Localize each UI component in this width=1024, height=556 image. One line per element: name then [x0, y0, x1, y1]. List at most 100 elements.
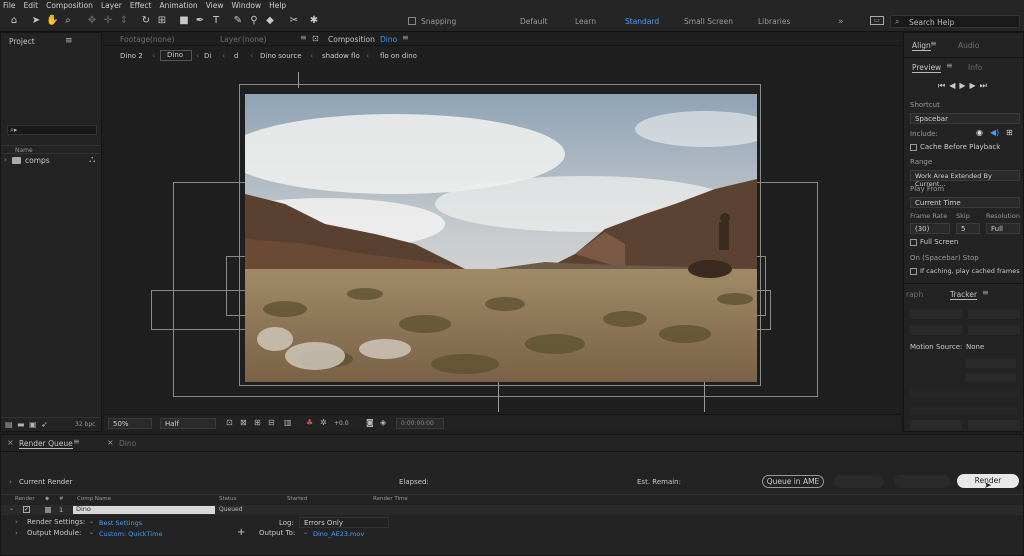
transparency-grid-icon[interactable]: ⊠	[240, 418, 247, 427]
panel-menu-icon[interactable]: ≡	[73, 437, 80, 446]
audio-speaker-icon[interactable]: ◀)	[990, 128, 999, 137]
resolution-dropdown[interactable]: Half	[160, 418, 216, 429]
audio-tab[interactable]: Audio	[958, 41, 979, 50]
workspace-standard[interactable]: Standard	[625, 17, 659, 26]
number-column[interactable]: #	[59, 496, 64, 502]
output-to-dropdown-arrow[interactable]: ⌄	[303, 529, 308, 536]
workspace-default[interactable]: Default	[520, 17, 547, 26]
overlay-icon[interactable]: ⊞	[1006, 128, 1013, 137]
snapshot-camera-icon[interactable]: ◙	[366, 418, 374, 427]
comp-name-column[interactable]: Comp Name	[77, 496, 111, 502]
panel-menu-icon[interactable]: ≡	[402, 33, 409, 42]
panel-menu-icon[interactable]: ≡	[65, 36, 73, 46]
output-module-dropdown-arrow[interactable]: ⌄	[89, 529, 94, 536]
previous-frame-icon[interactable]: ◀	[949, 81, 959, 90]
pause-button[interactable]	[894, 475, 950, 488]
edit-target-button[interactable]	[910, 420, 962, 430]
project-tab[interactable]: Project	[9, 37, 35, 46]
rectangle-tool-icon[interactable]: ■	[178, 15, 190, 27]
orbit-tool-icon[interactable]: ✥	[86, 15, 98, 27]
rotate-tool-icon[interactable]: ↻	[140, 15, 152, 27]
breadcrumb-item-active[interactable]: Dino	[160, 50, 192, 61]
expand-arrow-icon[interactable]: ⌄	[9, 505, 14, 512]
play-from-dropdown[interactable]: Current Time	[910, 197, 1020, 208]
footage-tab[interactable]: Footage	[120, 35, 150, 44]
menu-effect[interactable]: Effect	[130, 1, 152, 10]
close-icon[interactable]: ×	[107, 438, 114, 447]
color-management-icon[interactable]: ✲	[320, 418, 327, 427]
next-frame-icon[interactable]: ▶	[970, 81, 980, 90]
status-column[interactable]: Status	[219, 496, 237, 502]
menu-help[interactable]: Help	[269, 1, 286, 10]
range-dropdown[interactable]: Work Area Extended By Current...	[910, 170, 1020, 188]
frame-rate-dropdown[interactable]: (30)	[910, 223, 950, 234]
first-frame-icon[interactable]: ⏮	[938, 81, 949, 90]
pen-tool-icon[interactable]: ✒	[194, 15, 206, 27]
search-help-field[interactable]: ⌕ Search Help	[890, 15, 1020, 28]
grid-guides-icon[interactable]: ⊟	[268, 418, 275, 427]
brush-tool-icon[interactable]: ✎	[232, 15, 244, 27]
motion-source-value[interactable]: None	[966, 343, 984, 351]
menu-file[interactable]: File	[3, 1, 16, 10]
eraser-tool-icon[interactable]: ◆	[264, 15, 276, 27]
align-tab[interactable]: Align	[912, 41, 931, 51]
render-settings-value[interactable]: Best Settings	[99, 519, 142, 527]
stop-button[interactable]	[834, 475, 884, 488]
color-channel-icon[interactable]: ♣	[306, 418, 313, 427]
expand-arrow-icon[interactable]: ›	[4, 156, 7, 164]
cache-before-playback-checkbox[interactable]: Cache Before Playback	[910, 143, 1000, 151]
snapping-checkbox[interactable]	[408, 17, 416, 25]
project-search-input[interactable]: ⌕▸	[7, 125, 97, 135]
adjust-icon[interactable]: ➶	[41, 420, 48, 429]
new-folder-icon[interactable]: ▬	[17, 420, 25, 429]
zoom-dropdown[interactable]: 50%	[108, 418, 152, 429]
breadcrumb-item[interactable]: Dino 2	[120, 52, 143, 60]
options-button[interactable]	[968, 420, 1020, 430]
render-column[interactable]: Render	[15, 496, 35, 502]
menu-animation[interactable]: Animation	[159, 1, 197, 10]
menu-view[interactable]: View	[206, 1, 224, 10]
mask-visibility-icon[interactable]: ⊞	[254, 418, 261, 427]
composition-tab[interactable]: Composition	[328, 35, 375, 44]
resolution-preview-dropdown[interactable]: Full	[986, 223, 1020, 234]
timecode-display[interactable]: 0:00:00:00	[396, 418, 444, 429]
workspace-small-screen[interactable]: Small Screen	[684, 17, 733, 26]
dolly-tool-icon[interactable]: ⇕	[118, 15, 130, 27]
graph-tab[interactable]: raph	[906, 290, 923, 299]
last-frame-icon[interactable]: ⏭	[980, 81, 991, 90]
comp-name-cell[interactable]: Dino	[73, 506, 215, 514]
new-composition-icon[interactable]: ▣	[29, 420, 37, 429]
layer-tab[interactable]: Layer	[220, 35, 241, 44]
pan-tool-icon[interactable]: ✛	[102, 15, 114, 27]
breadcrumb-item[interactable]: Di	[204, 52, 211, 60]
roto-brush-tool-icon[interactable]: ✂	[288, 15, 300, 27]
show-snapshot-icon[interactable]: ◈	[380, 418, 386, 427]
current-track-dropdown[interactable]	[966, 359, 1016, 368]
stabilize-motion-button[interactable]	[968, 325, 1020, 335]
tracker-tab[interactable]: Tracker	[950, 290, 978, 300]
menu-window[interactable]: Window	[232, 1, 262, 10]
track-type-dropdown[interactable]	[966, 373, 1016, 382]
render-queue-tab[interactable]: Render Queue	[19, 439, 73, 449]
selection-tool-icon[interactable]: ➤	[30, 15, 42, 27]
menu-layer[interactable]: Layer	[101, 1, 122, 10]
lock-icon[interactable]: ⊡	[312, 34, 319, 43]
expand-arrow-icon[interactable]: ›	[15, 518, 18, 526]
render-checkbox[interactable]: ✓	[23, 506, 30, 513]
label-color-swatch[interactable]	[45, 507, 51, 513]
composition-frame[interactable]	[245, 94, 757, 382]
track-camera-button[interactable]	[910, 309, 962, 319]
panel-menu-icon[interactable]: ≡	[982, 288, 989, 297]
preview-tab[interactable]: Preview	[912, 63, 942, 73]
home-icon[interactable]: ⌂	[8, 15, 20, 27]
breadcrumb-item[interactable]: flo on dino	[380, 52, 417, 60]
log-dropdown[interactable]: Errors Only	[299, 517, 389, 528]
type-tool-icon[interactable]: T	[210, 15, 222, 27]
clone-stamp-tool-icon[interactable]: ⚲	[248, 15, 260, 27]
workspace-menu-icon[interactable]: »	[838, 17, 844, 27]
workspace-libraries[interactable]: Libraries	[758, 17, 790, 26]
output-module-value[interactable]: Custom: QuickTime	[99, 530, 162, 538]
table-row[interactable]: ⌄ ✓ 1 Dino Queued	[1, 505, 1023, 515]
play-icon[interactable]: ▶	[959, 81, 969, 90]
started-column[interactable]: Started	[287, 496, 307, 502]
